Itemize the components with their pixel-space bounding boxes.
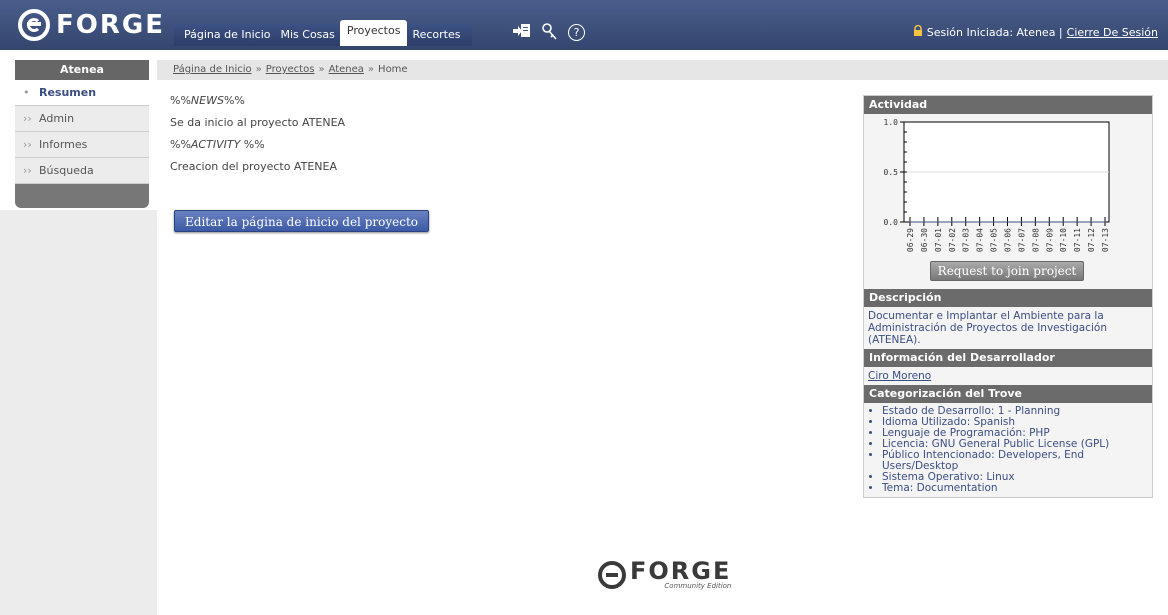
- activity-placeholder: %%ACTIVITY %%: [170, 138, 265, 151]
- chart-x-tick-label: 07-10: [1059, 228, 1068, 252]
- sidebar-footer: [15, 184, 149, 208]
- session-info: Sesión Iniciada: Atenea | Cierre De Sesi…: [913, 24, 1158, 40]
- chart-y-tick-label: 0.0: [884, 218, 899, 227]
- chevron-right-icon: ››: [23, 112, 32, 125]
- breadcrumb-separator: »: [255, 64, 262, 75]
- chart-x-tick-label: 07-09: [1045, 228, 1054, 252]
- chart-x-tick-label: 07-13: [1101, 228, 1110, 252]
- tab-proyectos[interactable]: Proyectos: [339, 20, 408, 46]
- toolbar-icons: ?: [512, 22, 585, 42]
- breadcrumb-current: Home: [378, 64, 408, 75]
- chart-x-tick-label: 07-06: [1004, 228, 1013, 252]
- chart-point: [950, 221, 953, 223]
- breadcrumb-link-inicio[interactable]: Página de Inicio: [173, 64, 252, 75]
- breadcrumb-link-proyectos[interactable]: Proyectos: [266, 64, 315, 75]
- news-text: Se da inicio al proyecto ATENEA: [170, 116, 346, 129]
- chart-point: [1090, 221, 1092, 223]
- request-join-button[interactable]: Request to join project: [930, 261, 1084, 281]
- trove-list: Estado de Desarrollo: 1 - Planning Idiom…: [868, 406, 1148, 494]
- tab-pagina-de-inicio[interactable]: Página de Inicio: [174, 24, 276, 46]
- lock-icon: [913, 24, 923, 40]
- chart-point: [992, 221, 995, 223]
- logout-link[interactable]: Cierre De Sesión: [1067, 26, 1158, 39]
- chart-x-tick-label: 07-02: [948, 228, 957, 252]
- footer-logo: FORGE Community Edition: [598, 557, 732, 590]
- sidebar-item-label: Búsqueda: [39, 164, 94, 177]
- sidebar-item-resumen[interactable]: • Resumen: [15, 80, 149, 106]
- left-column-background: [0, 210, 157, 615]
- trove-list-container: Estado de Desarrollo: 1 - Planning Idiom…: [864, 403, 1152, 497]
- chart-x-tick-label: 07-04: [976, 228, 985, 252]
- main-tabs: Página de Inicio Mis Cosas Proyectos Rec…: [174, 18, 473, 46]
- chart-point: [1034, 221, 1037, 223]
- description-text: Documentar e Implantar el Ambiente para …: [868, 310, 1108, 346]
- footer-logo-text: FORGE: [630, 557, 732, 585]
- sidebar-item-informes[interactable]: ›› Informes: [15, 132, 149, 158]
- chart-point: [978, 221, 981, 223]
- chart-x-tick-label: 07-08: [1031, 228, 1040, 252]
- main-content: %%NEWS%% Se da inicio al proyecto ATENEA…: [170, 90, 840, 178]
- developer-info: Ciro Moreno: [864, 367, 1152, 385]
- session-label: Sesión Iniciada: Atenea |: [926, 26, 1063, 39]
- chart-point: [1062, 221, 1065, 223]
- sidebar: Atenea • Resumen ›› Admin ›› Informes ›› Bús…: [15, 60, 149, 208]
- chart-point: [923, 221, 925, 223]
- chart-x-tick-label: 07-07: [1017, 228, 1026, 252]
- breadcrumb: Página de Inicio» Proyectos» Atenea» Home: [157, 60, 1168, 80]
- chevron-right-icon: ››: [23, 138, 32, 151]
- chart-x-tick-label: 07-05: [990, 228, 999, 252]
- trove-item: Tema: Documentation: [882, 483, 1148, 494]
- developer-header: Información del Desarrollador: [864, 349, 1152, 367]
- activity-chart: 0.0 0.5 1.0 06-29 06-30 07-01 07-02 07-03 07-04 0…: [884, 118, 1110, 252]
- chart-point: [1104, 221, 1106, 223]
- chart-point: [1076, 221, 1078, 223]
- right-panel: Actividad 0.0 0.5 1.0 06-29 06-30 07-01 07-02 0…: [863, 95, 1153, 498]
- bullet-icon: •: [23, 86, 30, 99]
- breadcrumb-separator: »: [367, 64, 375, 75]
- chart-y-tick-label: 1.0: [884, 118, 899, 127]
- forge-logo[interactable]: FORGE: [18, 8, 165, 42]
- chart-point: [1020, 221, 1023, 223]
- trove-header: Categorización del Trove: [864, 385, 1152, 403]
- chart-y-tick-label: 0.5: [884, 168, 899, 177]
- help-icon[interactable]: ?: [568, 23, 585, 41]
- chart-x-tick-label: 07-03: [962, 228, 971, 252]
- chart-x-tick-label: 07-12: [1087, 228, 1096, 252]
- breadcrumb-link-atenea[interactable]: Atenea: [329, 64, 364, 75]
- keys-icon[interactable]: [540, 22, 560, 42]
- forge-logo-icon: [18, 9, 50, 41]
- description-header: Descripción: [864, 289, 1152, 307]
- send-to-icon[interactable]: [512, 22, 532, 42]
- chart-x-tick-label: 07-01: [934, 228, 943, 252]
- edit-project-home-button[interactable]: Editar la página de inicio del proyecto: [174, 210, 429, 232]
- forge-logo-icon: [598, 561, 626, 589]
- chart-point: [1048, 221, 1051, 223]
- activity-header: Actividad: [864, 96, 1152, 114]
- sidebar-item-label: Admin: [39, 112, 75, 125]
- developer-link[interactable]: Ciro Moreno: [868, 370, 931, 382]
- chart-x-tick-label: 06-29: [906, 228, 915, 252]
- trove-item: Público Intencionado: Developers, End Us…: [882, 450, 1148, 472]
- sidebar-item-label: Informes: [39, 138, 88, 151]
- chart-point: [964, 221, 967, 223]
- chart-point: [1006, 221, 1009, 223]
- sidebar-item-admin[interactable]: ›› Admin: [15, 106, 149, 132]
- activity-chart-container: 0.0 0.5 1.0 06-29 06-30 07-01 07-02 07-03 07-04 0…: [864, 114, 1152, 289]
- breadcrumb-separator: »: [318, 64, 325, 75]
- sidebar-item-label: Resumen: [39, 86, 97, 99]
- logo-text: FORGE: [56, 10, 165, 40]
- tab-mis-cosas[interactable]: Mis Cosas: [275, 24, 340, 46]
- chart-point: [909, 221, 911, 223]
- chevron-right-icon: ››: [23, 164, 32, 177]
- activity-text: Creacion del proyecto ATENEA: [170, 160, 337, 173]
- chart-x-tick-label: 06-30: [920, 228, 929, 252]
- top-header: FORGE Página de Inicio Mis Cosas Proyect…: [0, 0, 1168, 50]
- sidebar-item-busqueda[interactable]: ›› Búsqueda: [15, 158, 149, 184]
- tab-recortes[interactable]: Recortes: [407, 24, 473, 46]
- news-placeholder: %%NEWS%%: [170, 94, 245, 107]
- chart-x-tick-label: 07-11: [1073, 228, 1082, 252]
- chart-point: [937, 221, 939, 223]
- sidebar-title: Atenea: [15, 60, 149, 80]
